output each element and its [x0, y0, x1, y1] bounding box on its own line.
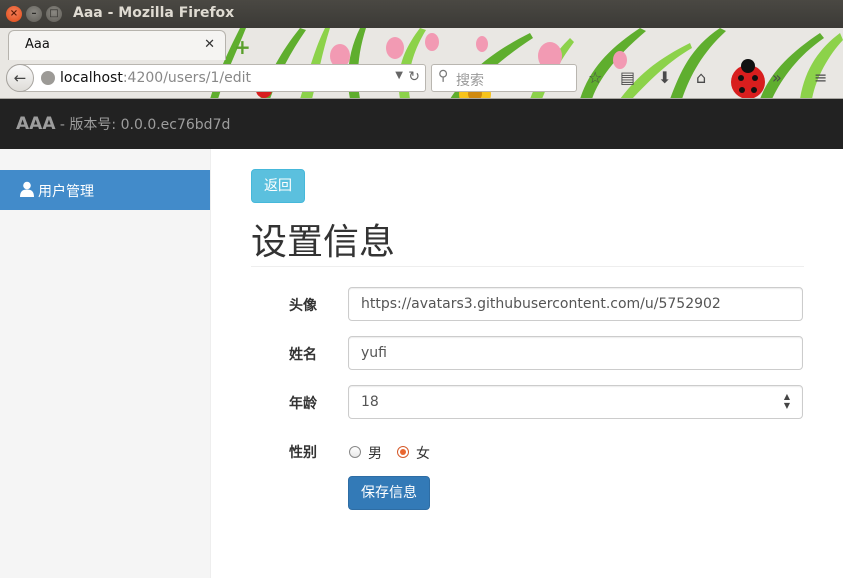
close-tab-icon[interactable]: ✕ — [204, 37, 215, 52]
reload-icon[interactable]: ↻ — [408, 69, 420, 85]
sidebar: 用户管理 — [0, 149, 211, 578]
user-icon — [20, 181, 34, 197]
window-close-button[interactable]: × — [6, 6, 22, 22]
app-brand[interactable]: AAA - 版本号: 0.0.0.ec76bd7d — [16, 114, 230, 134]
gender-male-label[interactable]: 男 — [368, 443, 382, 463]
address-bar[interactable]: ← localhost:4200/users/1/edit ▼ ↻ — [6, 64, 426, 92]
url-host: localhost — [60, 70, 123, 86]
number-spinner-icon[interactable]: ▲ ▼ — [784, 392, 790, 410]
window-minimize-button[interactable]: – — [26, 6, 42, 22]
search-placeholder: 搜索 — [456, 73, 484, 89]
name-label: 姓名 — [289, 347, 317, 363]
site-identity-icon[interactable] — [41, 71, 55, 85]
menu-icon[interactable]: ≡ — [814, 68, 827, 87]
gender-female-radio[interactable] — [397, 446, 409, 458]
ladybug-icon — [731, 59, 765, 98]
bookmarks-list-icon[interactable]: ▤ — [620, 68, 635, 87]
sidebar-item-user-management[interactable]: 用户管理 — [0, 170, 210, 210]
arrow-left-icon: ← — [13, 69, 27, 87]
sidebar-item-label: 用户管理 — [38, 184, 94, 200]
download-icon[interactable]: ⬇ — [658, 68, 671, 87]
gender-label: 性别 — [289, 445, 317, 461]
browser-tab[interactable]: Aaa ✕ — [8, 30, 226, 60]
avatar-label: 头像 — [289, 298, 317, 314]
back-button[interactable]: ← — [6, 64, 34, 92]
tab-title: Aaa — [25, 37, 50, 52]
search-icon: ⚲ — [438, 68, 449, 84]
version-text: - 版本号: 0.0.0.ec76bd7d — [55, 117, 231, 133]
avatar-input[interactable]: https://avatars3.githubusercontent.com/u… — [348, 287, 803, 321]
dropdown-icon[interactable]: ▼ — [395, 70, 403, 81]
app-navbar: AAA - 版本号: 0.0.0.ec76bd7d — [0, 99, 843, 149]
url-text[interactable]: localhost:4200/users/1/edit — [60, 70, 251, 86]
search-bar[interactable]: ⚲ 搜索 — [431, 64, 577, 92]
avatar-input-value: https://avatars3.githubusercontent.com/u… — [361, 296, 721, 312]
back-nav-button[interactable]: 返回 — [251, 169, 305, 203]
age-input[interactable]: 18 ▲ ▼ — [348, 385, 803, 419]
page-title: 设置信息 — [251, 222, 396, 263]
new-tab-icon[interactable]: + — [234, 35, 251, 59]
age-label: 年龄 — [289, 396, 317, 412]
save-button[interactable]: 保存信息 — [348, 476, 430, 510]
brand-name: AAA — [16, 114, 56, 134]
bookmark-star-icon[interactable]: ☆ — [588, 68, 602, 87]
gender-female-label[interactable]: 女 — [416, 443, 430, 463]
home-icon[interactable]: ⌂ — [696, 68, 706, 87]
window-titlebar: × – □ Aaa - Mozilla Firefox — [0, 0, 843, 28]
age-input-value: 18 — [361, 394, 379, 410]
url-path: :4200/users/1/edit — [122, 70, 251, 86]
name-input[interactable]: yufi — [348, 336, 803, 370]
browser-toolbar: Aaa ✕ + ← localhost:4200/users/1/edit ▼ … — [0, 28, 843, 99]
title-divider — [251, 266, 804, 267]
overflow-chevron-icon[interactable]: » — [772, 68, 782, 87]
window-maximize-button[interactable]: □ — [46, 6, 62, 22]
name-input-value: yufi — [361, 345, 387, 361]
window-title: Aaa - Mozilla Firefox — [73, 5, 235, 21]
gender-male-radio[interactable] — [349, 446, 361, 458]
